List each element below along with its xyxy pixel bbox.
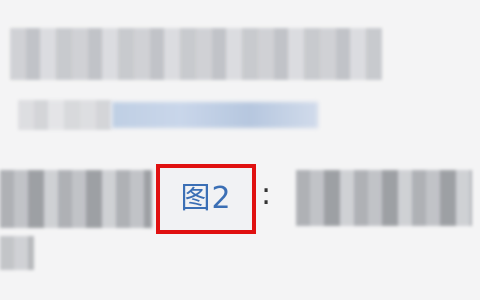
blurred-caption-prefix [0, 170, 152, 228]
highlighted-figure-label-box: 图2 [156, 164, 256, 234]
blurred-next-line-fragment [0, 236, 34, 270]
blurred-heading-text [10, 28, 382, 80]
caption-separator: : [261, 177, 272, 212]
blurred-caption-suffix [296, 170, 472, 226]
figure-label: 图2 [180, 181, 232, 216]
blurred-subheading-text [18, 100, 112, 130]
blurred-link-text [112, 102, 318, 128]
